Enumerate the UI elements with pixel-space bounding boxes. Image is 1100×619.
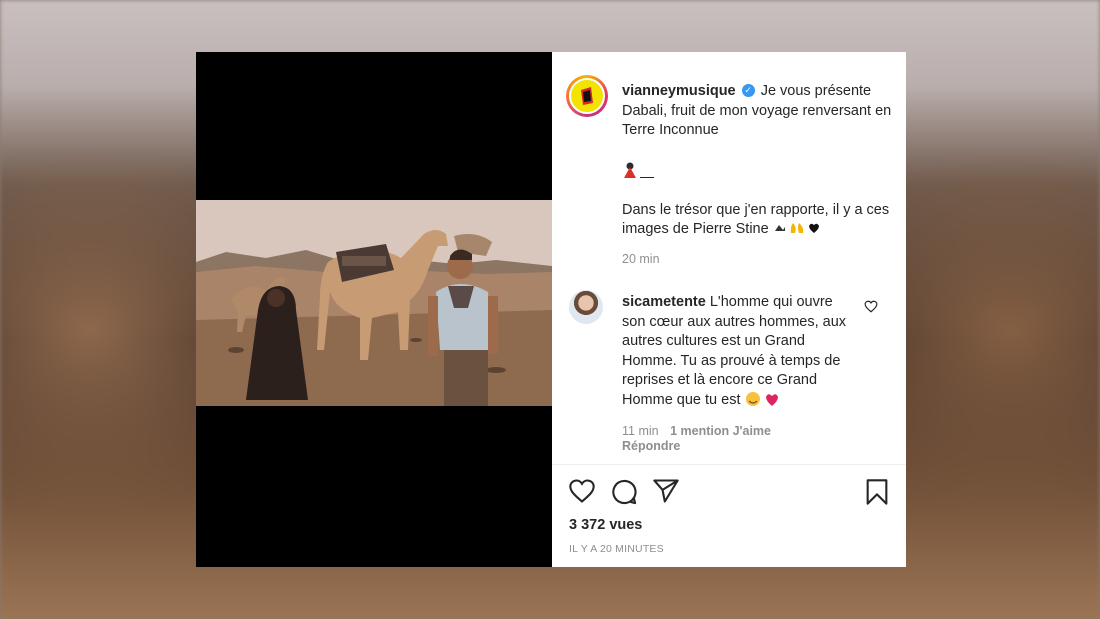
actions-divider: [552, 464, 906, 465]
verified-badge-icon: ✓: [741, 83, 755, 97]
comment-bubble-icon[interactable]: [610, 478, 638, 511]
comment-like-heart-icon[interactable]: [864, 300, 878, 318]
praying-hands-emoji-icon: [790, 223, 803, 233]
person-emoji-icon: [624, 162, 654, 178]
camera-emoji-icon: [774, 225, 785, 231]
bookmark-icon[interactable]: [864, 478, 890, 511]
post-photo-desert-camels: [196, 200, 552, 406]
caption-text-credits: Dans le trésor que j'en rapporte, il y a…: [622, 201, 890, 238]
black-heart-emoji-icon: [808, 223, 819, 233]
view-count[interactable]: 3 372 vues: [569, 517, 642, 533]
heart-icon[interactable]: [568, 478, 596, 509]
reply-button[interactable]: Répondre: [622, 439, 680, 453]
comment-likes-count[interactable]: 1 mention J'aime: [670, 424, 771, 438]
author-avatar[interactable]: [566, 75, 608, 117]
red-heart-emoji-icon: [765, 393, 778, 406]
post-caption: vianneymusique ✓ Je vous présente Dabali…: [622, 82, 892, 240]
instagram-post-card: vianneymusique ✓ Je vous présente Dabali…: [196, 52, 906, 567]
post-actions-bar: [568, 478, 892, 506]
commenter-avatar[interactable]: [569, 290, 603, 324]
author-username[interactable]: vianneymusique: [622, 83, 736, 99]
caption-emoji-row: [622, 161, 892, 181]
comment-meta: 11 min 1 mention J'aime: [622, 424, 771, 438]
post-age: IL Y A 20 MINUTES: [569, 543, 664, 555]
post-timestamp: 20 min: [622, 252, 660, 266]
author-avatar-image: [569, 78, 605, 114]
comment-timestamp: 11 min: [622, 424, 659, 438]
comment-text: L'homme qui ouvre son cœur aux autres ho…: [622, 294, 847, 408]
paper-plane-icon[interactable]: [652, 478, 680, 509]
post-media[interactable]: [196, 52, 552, 567]
post-side-panel: vianneymusique ✓ Je vous présente Dabali…: [552, 52, 906, 567]
commenter-username[interactable]: sicametente: [622, 294, 706, 310]
comment-emojis: [745, 391, 781, 408]
hugging-face-emoji-icon: [745, 391, 760, 406]
comment: sicametente L'homme qui ouvre son cœur a…: [622, 293, 850, 410]
caption-emojis-credits: [773, 221, 829, 237]
